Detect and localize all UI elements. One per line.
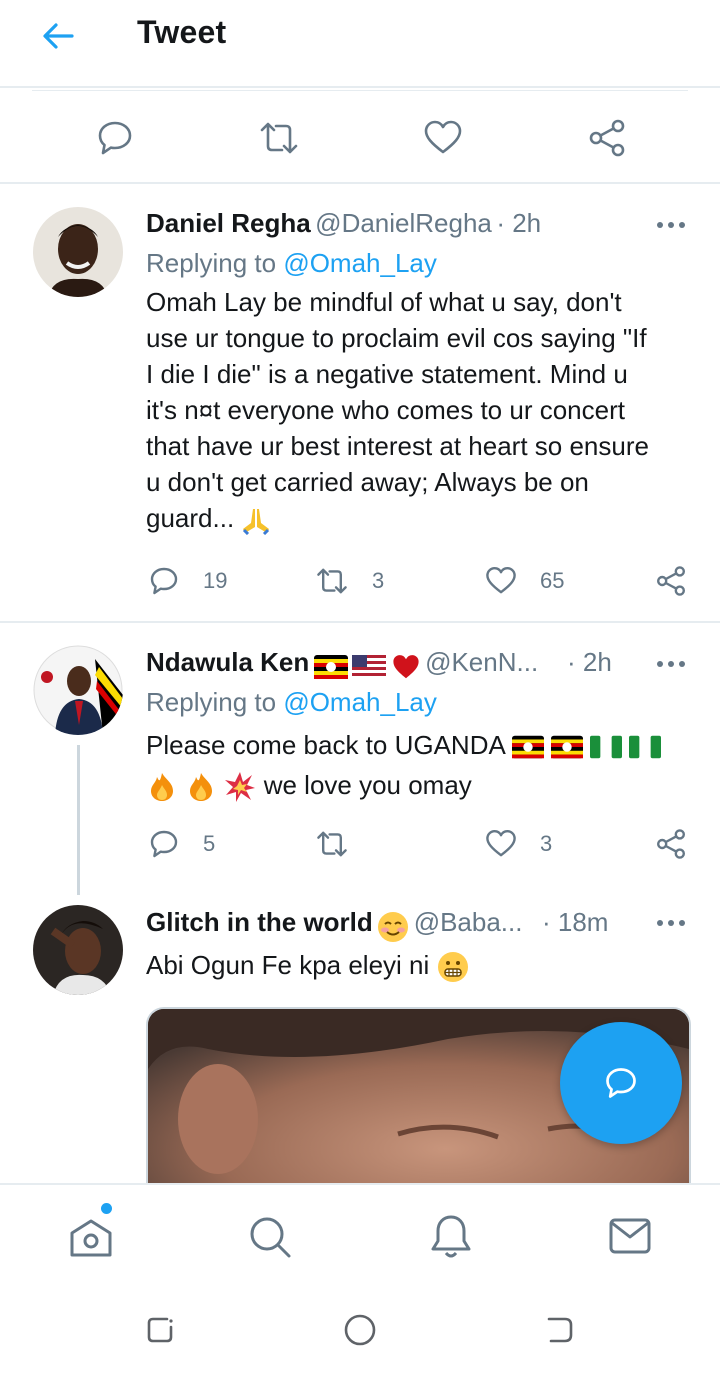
collision-emoji-icon [225,772,256,803]
reply-count: 5 [203,831,216,856]
more-options-icon[interactable] [656,659,686,669]
system-navigation-bar [0,1283,720,1378]
tweet-text: Abi Ogun Fe kpa eleyi ni [146,947,469,983]
mail-icon[interactable] [608,1217,652,1255]
user-handle: @KenN... [425,647,539,677]
fire-emoji-icon [151,773,173,802]
user-handle: @DanielRegha [315,208,492,238]
mention-link[interactable]: @Omah_Lay [283,248,437,278]
reply-icon[interactable] [148,565,180,597]
tweet-daniel-regha[interactable]: Daniel Regha @DanielRegha · 2h Replying … [0,184,720,620]
replying-to: Replying to @Omah_Lay [146,248,437,278]
like-count: 65 [540,568,565,593]
retweet-count: 3 [372,568,385,593]
top-app-bar: Tweet [0,0,720,88]
bell-icon[interactable] [429,1213,473,1261]
recents-icon[interactable] [145,1315,175,1345]
home-icon[interactable] [68,1215,114,1261]
like-icon[interactable] [485,828,517,860]
tweet-text: Please come back to UGANDA we love you o… [146,727,706,803]
share-icon[interactable] [655,828,687,860]
reply-bubble-icon [606,1068,636,1098]
display-name[interactable]: Daniel Regha [146,208,311,238]
avatar[interactable] [33,207,123,297]
display-name[interactable]: Glitch in the world [146,907,373,937]
tweet-text: Omah Lay be mindful of what u say, don't… [146,284,706,536]
back-arrow-icon[interactable] [40,18,76,54]
timestamp: · 18m [542,907,609,937]
like-icon[interactable] [485,565,517,597]
nigeria-flag-icon [629,735,662,759]
more-options-icon[interactable] [656,220,686,230]
usa-flag-icon [352,654,387,679]
tweet-ndawula-ken[interactable]: Ndawula Ken @KenN... · 2h Replying to @O… [0,623,720,895]
reply-icon[interactable] [95,118,135,158]
red-heart-icon [393,654,419,678]
replying-to: Replying to @Omah_Lay [146,687,437,717]
more-options-icon[interactable] [656,918,686,928]
retweet-icon[interactable] [315,828,349,860]
reply-count: 19 [203,568,228,593]
share-icon[interactable] [587,118,627,158]
avatar[interactable] [33,645,123,735]
timestamp: · 2h [496,208,542,238]
thread-connector-line [77,745,80,895]
reply-icon[interactable] [148,828,180,860]
divider [32,90,688,91]
share-icon[interactable] [655,565,687,597]
like-count: 3 [540,831,553,856]
uganda-flag-icon [550,735,583,759]
uganda-flag-icon [511,735,544,759]
grimacing-face-emoji-icon [437,952,468,983]
bottom-navigation [0,1183,720,1285]
smiling-face-emoji-icon [378,911,409,942]
like-icon[interactable] [423,118,463,158]
folded-hands-emoji-icon [243,509,270,536]
main-tweet-actions [0,92,720,184]
user-handle: @Baba... [413,907,523,937]
uganda-flag-icon [313,654,348,679]
back-icon[interactable] [545,1315,575,1345]
notification-dot [101,1203,112,1214]
retweet-icon[interactable] [259,118,299,158]
timestamp: · 2h [567,647,612,677]
home-circle-icon[interactable] [343,1313,377,1347]
compose-reply-button[interactable] [560,1022,682,1144]
display-name[interactable]: Ndawula Ken [146,647,309,677]
mention-link[interactable]: @Omah_Lay [283,687,437,717]
page-title: Tweet [137,14,227,50]
nigeria-flag-icon [590,735,623,759]
retweet-icon[interactable] [315,565,349,597]
avatar[interactable] [33,905,123,995]
search-icon[interactable] [248,1215,292,1259]
fire-emoji-icon [190,773,213,802]
